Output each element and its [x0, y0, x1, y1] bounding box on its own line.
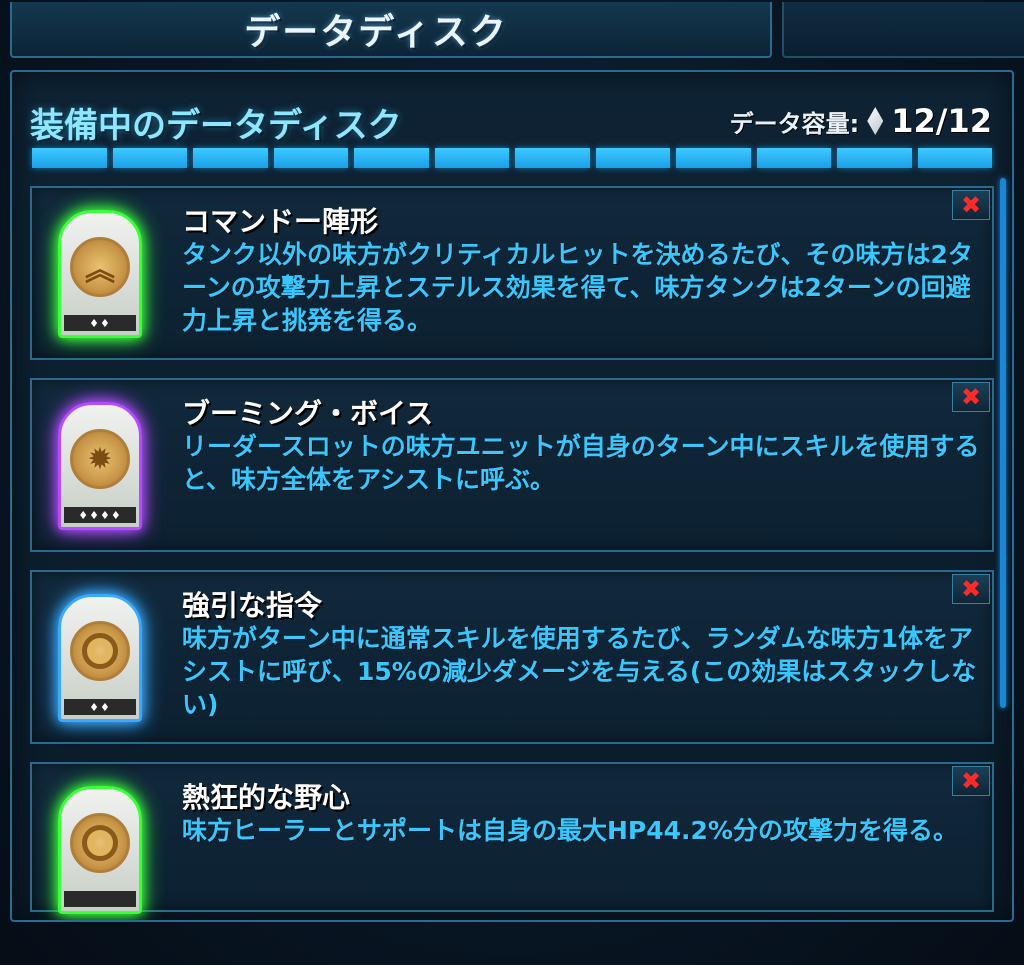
- chevron-rank-icon: ︽: [70, 237, 130, 297]
- disk-icon: [58, 786, 142, 914]
- disk-description: タンク以外の味方がクリティカルヒットを決めるたび、その味方は2ターンの攻撃力上昇…: [182, 240, 973, 335]
- ring-icon: [70, 621, 130, 681]
- capacity-segment: [515, 148, 590, 168]
- capacity-bar: [32, 148, 992, 168]
- diamond-icon: [867, 107, 884, 135]
- equipped-disks-panel: 装備中のデータディスク データ容量: 12/12 ︽ ♦♦ コマンドー陣形 タン…: [10, 70, 1014, 922]
- disk-card[interactable]: 熱狂的な野心 味方ヒーラーとサポートは自身の最大HP44.2%分の攻撃力を得る。…: [30, 762, 994, 914]
- remove-button[interactable]: ✖: [952, 190, 990, 220]
- tab-title: データディスク: [244, 12, 508, 53]
- disk-card[interactable]: ♦♦ 強引な指令 味方がターン中に通常スキルを使用するたび、ランダムな味方1体を…: [30, 570, 994, 744]
- disk-card[interactable]: ✹ ♦♦♦♦ ブーミング・ボイス リーダースロットの味方ユニットが自身のターン中…: [30, 378, 994, 552]
- disk-card[interactable]: ︽ ♦♦ コマンドー陣形 タンク以外の味方がクリティカルヒットを決めるたび、その…: [30, 186, 994, 360]
- tab-data-disk[interactable]: データディスク: [10, 2, 772, 58]
- rarity-diamonds: ♦♦: [64, 699, 136, 715]
- capacity-segment: [273, 148, 348, 168]
- data-capacity: データ容量: 12/12: [730, 102, 992, 140]
- remove-button[interactable]: ✖: [952, 574, 990, 604]
- capacity-segment: [917, 148, 992, 168]
- disk-name: 熱狂的な野心: [182, 781, 351, 814]
- disk-icon: ♦♦: [58, 594, 142, 722]
- disk-icon: ✹ ♦♦♦♦: [58, 402, 142, 530]
- disk-description: 味方ヒーラーとサポートは自身の最大HP44.2%分の攻撃力を得る。: [182, 816, 958, 845]
- rarity-diamonds: [64, 891, 136, 907]
- remove-button[interactable]: ✖: [952, 382, 990, 412]
- disk-description: 味方がターン中に通常スキルを使用するたび、ランダムな味方1体をアシストに呼び、1…: [182, 624, 977, 719]
- disk-icon: ︽ ♦♦: [58, 210, 142, 338]
- capacity-segment: [32, 148, 107, 168]
- capacity-segment: [595, 148, 670, 168]
- disk-name: ブーミング・ボイス: [182, 397, 434, 430]
- rarity-diamonds: ♦♦: [64, 315, 136, 331]
- rarity-diamonds: ♦♦♦♦: [64, 507, 136, 523]
- ring-icon: [70, 813, 130, 873]
- capacity-label: データ容量:: [729, 109, 860, 138]
- capacity-segment: [193, 148, 268, 168]
- disk-name: 強引な指令: [182, 589, 323, 622]
- capacity-segment: [112, 148, 187, 168]
- capacity-segment: [756, 148, 831, 168]
- burst-icon: ✹: [70, 429, 130, 489]
- tab-secondary[interactable]: [782, 2, 1024, 58]
- capacity-value: 12/12: [891, 102, 992, 140]
- disk-name: コマンドー陣形: [182, 205, 379, 238]
- capacity-segment: [434, 148, 509, 168]
- disk-description: リーダースロットの味方ユニットが自身のターン中にスキルを使用すると、味方全体をア…: [182, 432, 980, 494]
- panel-title: 装備中のデータディスク: [30, 106, 402, 146]
- scrollbar[interactable]: [1000, 178, 1006, 708]
- remove-button[interactable]: ✖: [952, 766, 990, 796]
- capacity-segment: [837, 148, 912, 168]
- capacity-segment: [676, 148, 751, 168]
- capacity-segment: [354, 148, 429, 168]
